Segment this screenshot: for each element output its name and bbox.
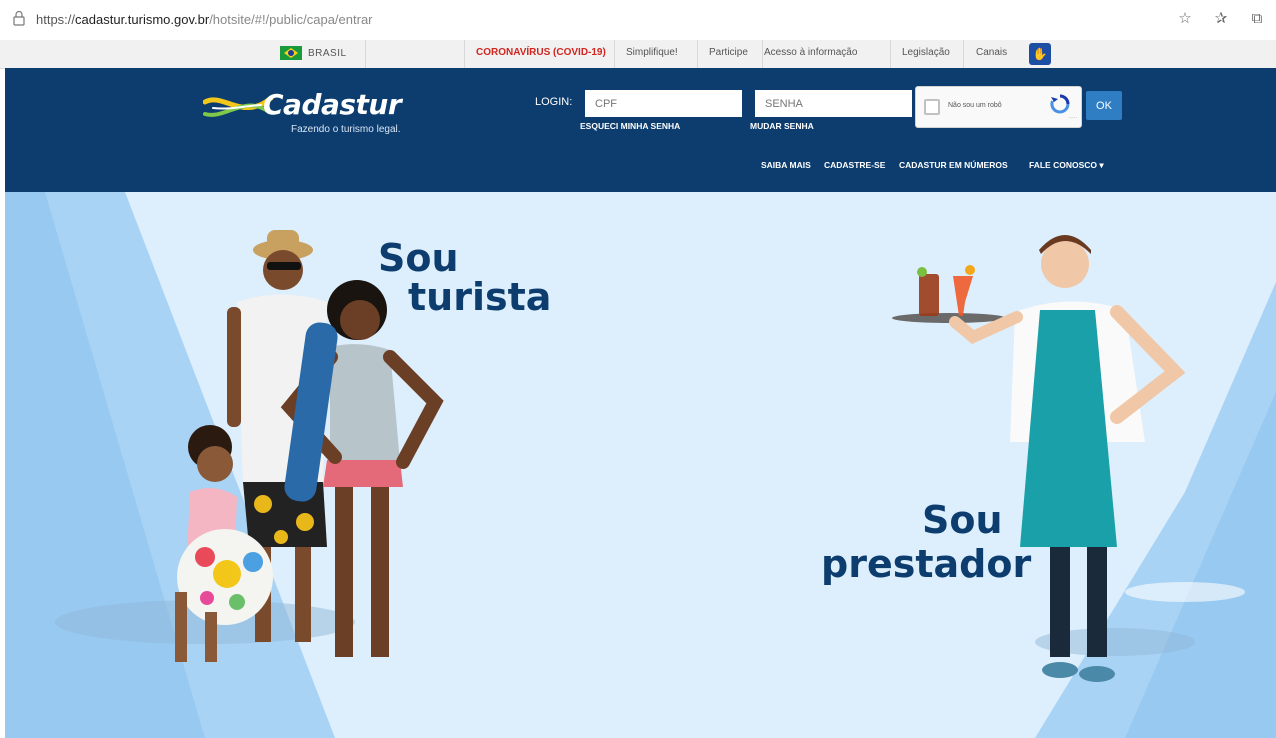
ok-button[interactable]: OK: [1086, 91, 1122, 120]
logo-name: Cadastur: [263, 88, 402, 121]
cpf-input[interactable]: [585, 90, 742, 117]
change-password-link[interactable]: MUDAR SENHA: [750, 121, 814, 131]
acesso-informacao-link[interactable]: Acesso à informação: [764, 47, 857, 58]
legislacao-link[interactable]: Legislação: [902, 47, 950, 58]
lock-icon: [13, 10, 25, 26]
collections-icon[interactable]: ⧉: [1248, 10, 1266, 28]
nav-saiba-mais[interactable]: SAIBA MAIS: [761, 160, 811, 170]
url-text[interactable]: https://cadastur.turismo.gov.br/hotsite/…: [36, 12, 373, 27]
recaptcha-terms: ·····: [1068, 115, 1077, 121]
favorite-star-icon[interactable]: ☆: [1176, 10, 1194, 28]
service-provider-illustration: [892, 235, 1186, 682]
provider-heading-line1[interactable]: Sou: [922, 501, 1003, 539]
gov-bar: BRASIL CORONAVÍRUS (COVID-19) Simplifiqu…: [0, 40, 1276, 69]
nav-cadastre-se[interactable]: CADASTRE-SE: [824, 160, 885, 170]
site-header: Cadastur Fazendo o turismo legal. LOGIN:…: [5, 68, 1276, 196]
browser-address-bar: https://cadastur.turismo.gov.br/hotsite/…: [0, 0, 1276, 41]
favorites-list-icon[interactable]: ✰: [1212, 10, 1230, 28]
hero-banner: Sou turista Sou prestador: [5, 192, 1276, 738]
login-label: LOGIN:: [535, 96, 573, 108]
forgot-password-link[interactable]: ESQUECI MINHA SENHA: [580, 121, 680, 131]
senha-input[interactable]: [755, 90, 912, 117]
country-label: BRASIL: [308, 47, 347, 59]
cadastur-logo[interactable]: Cadastur Fazendo o turismo legal.: [203, 88, 413, 148]
recaptcha-label: Não sou um robô: [948, 102, 1002, 109]
brazil-flag-icon: [280, 46, 302, 60]
tourist-heading-line2[interactable]: turista: [408, 278, 551, 316]
provider-heading-line2[interactable]: prestador: [821, 545, 1031, 583]
participe-link[interactable]: Participe: [709, 47, 748, 58]
vlibras-accessibility-icon[interactable]: ✋: [1029, 43, 1051, 65]
recaptcha-logo-icon: [1050, 94, 1070, 114]
nav-fale-conosco[interactable]: FALE CONOSCO ▾: [1029, 160, 1104, 171]
recaptcha-checkbox[interactable]: [924, 99, 940, 115]
brasil-link[interactable]: BRASIL: [280, 46, 347, 60]
logo-tagline: Fazendo o turismo legal.: [291, 124, 401, 135]
covid-link[interactable]: CORONAVÍRUS (COVID-19): [476, 47, 606, 58]
hero-people-illustration: [175, 230, 1186, 682]
tourist-family-illustration: [175, 230, 444, 662]
tourist-heading-line1[interactable]: Sou: [378, 239, 459, 277]
simplifique-link[interactable]: Simplifique!: [626, 47, 678, 58]
recaptcha-widget: Não sou um robô ·····: [915, 86, 1082, 128]
canais-link[interactable]: Canais: [976, 47, 1007, 58]
nav-cadastur-em-numeros[interactable]: CADASTUR EM NÚMEROS: [899, 160, 1008, 170]
